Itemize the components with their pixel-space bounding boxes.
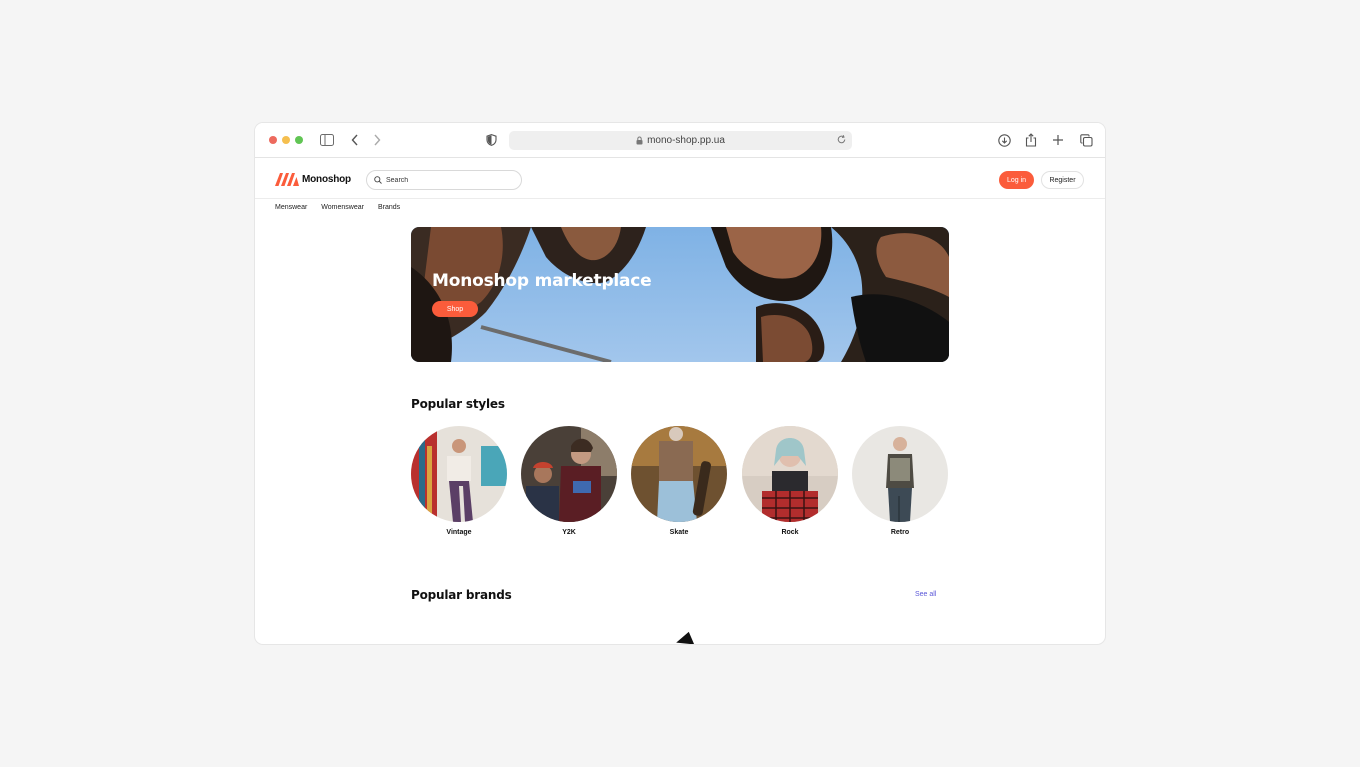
sidebar-toggle-icon[interactable] bbox=[319, 132, 335, 148]
privacy-shield-icon[interactable] bbox=[483, 132, 499, 148]
mouse-cursor-icon bbox=[675, 631, 696, 644]
login-button[interactable]: Log in bbox=[999, 171, 1034, 189]
site-logo[interactable]: Monoshop bbox=[275, 172, 351, 186]
address-bar[interactable]: mono-shop.pp.ua bbox=[509, 131, 852, 150]
url-text: mono-shop.pp.ua bbox=[647, 135, 725, 146]
style-item-retro[interactable]: Retro bbox=[852, 426, 948, 536]
style-item-y2k[interactable]: Y2K bbox=[521, 426, 617, 536]
browser-window: mono-shop.pp.ua Monoshop Search Log in R… bbox=[255, 123, 1105, 644]
style-label: Vintage bbox=[446, 529, 472, 536]
see-all-link[interactable]: See all bbox=[915, 591, 936, 598]
logo-text: Monoshop bbox=[302, 173, 351, 185]
search-icon bbox=[374, 176, 382, 184]
search-box[interactable] bbox=[366, 170, 522, 190]
hero-image bbox=[411, 227, 949, 362]
new-tab-icon[interactable] bbox=[1050, 132, 1066, 148]
nav-item-menswear[interactable]: Menswear bbox=[275, 204, 307, 211]
category-nav: Menswear Womenswear Brands bbox=[275, 204, 400, 211]
style-label: Y2K bbox=[562, 529, 576, 536]
style-item-skate[interactable]: Skate bbox=[631, 426, 727, 536]
style-item-vintage[interactable]: Vintage bbox=[411, 426, 507, 536]
lock-icon bbox=[636, 136, 643, 145]
popular-styles-list: Vintage Y2K Skate Rock Retro bbox=[411, 426, 949, 541]
style-image-rock bbox=[742, 426, 838, 522]
hero-title: Monoshop marketplace bbox=[432, 271, 652, 291]
shop-button[interactable]: Shop bbox=[432, 301, 478, 317]
minimize-window-button[interactable] bbox=[282, 136, 290, 144]
style-label: Retro bbox=[890, 529, 910, 536]
style-image-skate bbox=[631, 426, 727, 522]
nav-item-brands[interactable]: Brands bbox=[378, 204, 400, 211]
share-icon[interactable] bbox=[1023, 132, 1039, 148]
back-icon[interactable] bbox=[347, 132, 363, 148]
style-image-retro bbox=[852, 426, 948, 522]
zoom-window-button[interactable] bbox=[295, 136, 303, 144]
register-button[interactable]: Register bbox=[1041, 171, 1084, 189]
reload-icon[interactable] bbox=[836, 134, 847, 145]
style-image-vintage bbox=[411, 426, 507, 522]
monoshop-logo-icon bbox=[275, 173, 299, 186]
tab-overview-icon[interactable] bbox=[1078, 132, 1094, 148]
forward-icon[interactable] bbox=[369, 132, 385, 148]
style-label: Rock bbox=[781, 529, 799, 536]
popular-styles-title: Popular styles bbox=[411, 397, 505, 411]
downloads-icon[interactable] bbox=[996, 132, 1012, 148]
window-controls bbox=[269, 136, 303, 144]
style-item-rock[interactable]: Rock bbox=[742, 426, 838, 536]
popular-brands-title: Popular brands bbox=[411, 588, 512, 602]
style-image-y2k bbox=[521, 426, 617, 522]
nav-item-womenswear[interactable]: Womenswear bbox=[321, 204, 364, 211]
style-label: Skate bbox=[669, 529, 689, 536]
site-header: Monoshop Log in Register bbox=[255, 158, 1105, 199]
hero-banner: Monoshop marketplace Shop bbox=[411, 227, 949, 362]
browser-toolbar: mono-shop.pp.ua bbox=[255, 123, 1105, 158]
close-window-button[interactable] bbox=[269, 136, 277, 144]
search-input[interactable] bbox=[386, 176, 506, 184]
